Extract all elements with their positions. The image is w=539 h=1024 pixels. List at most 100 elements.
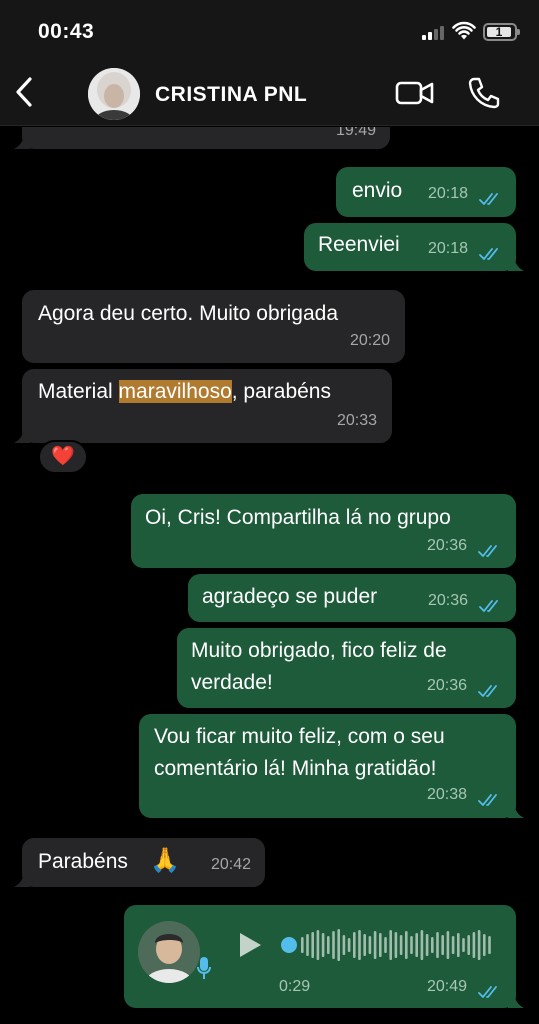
- waveform-bar: [353, 932, 356, 958]
- battery-icon: 1: [483, 23, 520, 41]
- waveform-bar: [436, 932, 439, 958]
- message-time: 20:33: [336, 412, 377, 429]
- chat-header: CRISTINA PNL: [0, 60, 539, 126]
- message-bubble-incoming[interactable]: 19:49: [14, 127, 390, 149]
- wifi-icon: [452, 21, 476, 40]
- waveform-bar: [358, 930, 361, 960]
- waveform-bar: [363, 934, 366, 956]
- message-text: agradeço se puder: [202, 585, 378, 608]
- status-bar: 00:43 1: [0, 0, 539, 60]
- waveform-bar: [457, 933, 460, 957]
- message-time: 20:36: [428, 592, 469, 609]
- waveform-bar: [311, 932, 314, 958]
- voice-duration: 0:29: [279, 978, 311, 995]
- search-highlight: maravilhoso: [118, 380, 232, 403]
- reaction-badge[interactable]: ❤️: [38, 440, 88, 474]
- message-time: 20:36: [427, 537, 468, 554]
- waveform-bar: [373, 931, 377, 959]
- waveform-bar: [431, 937, 434, 953]
- waveform-bar: [477, 930, 481, 960]
- double-check-icon: [479, 193, 498, 205]
- waveform-bar: [394, 932, 398, 958]
- chat-area[interactable]: 19:49 envio 20:18 Reenviei 20:18 Agora d…: [0, 127, 539, 1024]
- waveform-bar: [405, 931, 408, 959]
- message-text: Reenviei: [318, 233, 400, 256]
- waveform-bar: [462, 938, 465, 952]
- waveform-bar: [301, 937, 304, 953]
- status-time: 00:43: [38, 20, 95, 43]
- back-button[interactable]: [8, 74, 40, 110]
- voice-call-button[interactable]: [467, 76, 501, 110]
- waveform-bar: [379, 933, 382, 957]
- message-text: Muito obrigado, fico feliz de: [191, 639, 447, 662]
- waveform-bar: [472, 932, 476, 958]
- waveform-bar: [441, 935, 444, 955]
- message-time: 20:18: [428, 185, 469, 202]
- waveform-bar: [384, 937, 387, 953]
- message-bubble-outgoing[interactable]: agradeço se puder 20:36: [188, 574, 516, 622]
- double-check-icon: [478, 545, 497, 557]
- waveform-bar: [347, 938, 351, 952]
- message-text: verdade!: [191, 671, 273, 694]
- message-bubble-outgoing[interactable]: Muito obrigado, fico feliz de verdade! 2…: [177, 628, 516, 708]
- waveform-bar: [425, 934, 429, 956]
- message-bubble-outgoing[interactable]: Vou ficar muito feliz, com o seu comentá…: [139, 714, 524, 818]
- message-time: 20:38: [427, 786, 468, 803]
- message-bubble-outgoing[interactable]: envio 20:18: [336, 167, 516, 217]
- waveform-bar: [483, 934, 486, 956]
- message-bubble-incoming[interactable]: Material maravilhoso, parabéns 20:33: [14, 369, 392, 443]
- message-time: 20:20: [349, 332, 390, 349]
- double-check-icon: [478, 986, 497, 998]
- message-bubble-outgoing[interactable]: Reenviei 20:18: [304, 223, 524, 271]
- message-bubble-incoming[interactable]: Agora deu certo. Muito obrigada 20:20: [22, 290, 405, 363]
- sender-avatar: [138, 921, 200, 983]
- waveform-bar: [415, 933, 418, 957]
- waveform-bar: [399, 935, 403, 955]
- folded-hands-emoji: 🙏: [150, 847, 180, 874]
- waveform-bar: [368, 936, 372, 954]
- waveform-bar: [332, 931, 335, 959]
- message-bubble-outgoing[interactable]: Oi, Cris! Compartilha lá no grupo 20:36: [131, 494, 516, 568]
- message-bubble-incoming[interactable]: Parabéns 🙏 20:42: [14, 838, 265, 887]
- waveform-bar: [327, 936, 330, 954]
- double-check-icon: [478, 685, 497, 697]
- waveform-bar: [389, 930, 392, 960]
- waveform-bar: [420, 930, 424, 960]
- message-text: envio: [352, 179, 403, 202]
- waveform-bar: [451, 936, 455, 954]
- double-check-icon: [478, 794, 497, 806]
- heart-reaction: ❤️: [51, 446, 75, 467]
- message-text: Parabéns: [38, 850, 128, 873]
- message-text: Oi, Cris! Compartilha lá no grupo: [145, 506, 451, 529]
- message-time: 20:36: [427, 677, 468, 694]
- waveform-bar: [321, 933, 325, 957]
- waveform-bar: [337, 929, 340, 961]
- waveform-bar: [446, 931, 450, 959]
- voice-message-bubble[interactable]: 0:29 20:49: [124, 905, 524, 1008]
- message-text: comentário lá! Minha gratidão!: [154, 757, 437, 780]
- waveform[interactable]: [281, 925, 496, 965]
- play-button[interactable]: [237, 931, 263, 959]
- message-text: Vou ficar muito feliz, com o seu: [154, 725, 445, 748]
- waveform-bar: [488, 936, 491, 954]
- double-check-icon: [479, 248, 498, 260]
- message-time: 20:49: [427, 978, 468, 995]
- message-text: Agora deu certo. Muito obrigada: [38, 302, 339, 325]
- battery-level: 1: [487, 26, 511, 38]
- signal-icon: [422, 26, 446, 40]
- message-time: 19:49: [335, 127, 376, 139]
- video-call-button[interactable]: [395, 78, 435, 108]
- chevron-left-icon: [16, 77, 32, 107]
- microphone-icon: [197, 957, 211, 979]
- message-time: 20:18: [428, 240, 469, 257]
- contact-avatar[interactable]: [88, 68, 140, 120]
- contact-name[interactable]: CRISTINA PNL: [155, 83, 307, 107]
- waveform-bar: [410, 936, 413, 954]
- waveform-bar: [467, 935, 470, 955]
- double-check-icon: [479, 600, 498, 612]
- waveform-bar: [306, 934, 309, 956]
- message-text: Material maravilhoso, parabéns: [38, 380, 331, 403]
- message-time: 20:42: [210, 856, 251, 873]
- waveform-bar: [316, 930, 320, 960]
- waveform-bar: [342, 935, 346, 955]
